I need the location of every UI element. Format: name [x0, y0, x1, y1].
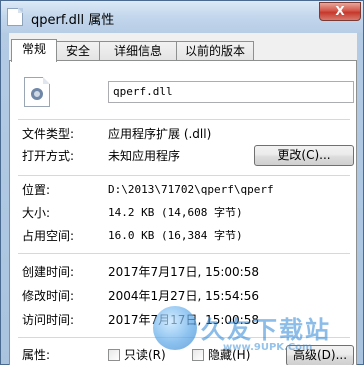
divider [18, 119, 350, 120]
divider [18, 175, 350, 176]
tab-details[interactable]: 详细信息 [99, 41, 177, 61]
size-label: 大小: [22, 206, 51, 220]
tab-strip: 常规 安全 详细信息 以前的版本 [9, 39, 357, 62]
close-button[interactable]: X [319, 2, 361, 21]
change-button[interactable]: 更改(C)... [254, 145, 354, 166]
tab-previous-versions[interactable]: 以前的版本 [176, 41, 254, 61]
window-title: qperf.dll 属性 [31, 13, 115, 28]
location-label: 位置: [22, 183, 51, 197]
modified-value: 2004年1月27日, 15:54:56 [108, 289, 259, 303]
properties-window: qperf.dll 属性 X 常规 安全 详细信息 以前的版本 qperf.dl… [0, 0, 364, 365]
file-type-value: 应用程序扩展 (.dll) [108, 127, 212, 141]
tab-general[interactable]: 常规 [11, 39, 57, 62]
file-type-label: 文件类型: [22, 127, 75, 141]
readonly-label[interactable]: 只读(R) [124, 348, 166, 362]
open-with-value: 未知应用程序 [108, 149, 181, 163]
modified-label: 修改时间: [22, 289, 75, 303]
gear-icon [31, 88, 43, 100]
created-value: 2017年7月17日, 15:00:58 [108, 265, 259, 279]
dll-file-icon [24, 77, 50, 107]
divider [18, 253, 350, 254]
size-value: 14.2 KB (14,608 字节) [108, 206, 243, 219]
accessed-value: 2017年7月17日, 15:00:58 [108, 313, 259, 327]
advanced-button[interactable]: 高级(D)... [286, 345, 354, 365]
hidden-label[interactable]: 隐藏(H) [208, 348, 250, 362]
attributes-label: 属性: [22, 348, 51, 362]
size-on-disk-label: 占用空间: [22, 229, 75, 243]
tab-security[interactable]: 安全 [56, 41, 100, 61]
dialog-content: 常规 安全 详细信息 以前的版本 qperf.dll 文件类型: 应用程序扩展 … [9, 33, 357, 365]
accessed-label: 访问时间: [22, 313, 75, 327]
file-icon [7, 8, 23, 26]
file-name-field[interactable]: qperf.dll [108, 81, 354, 103]
created-label: 创建时间: [22, 265, 75, 279]
title-bar[interactable]: qperf.dll 属性 X [1, 1, 363, 33]
readonly-checkbox[interactable] [108, 349, 120, 361]
general-panel: qperf.dll 文件类型: 应用程序扩展 (.dll) 打开方式: 未知应用… [9, 60, 357, 365]
hidden-checkbox[interactable] [192, 349, 204, 361]
divider [18, 337, 350, 338]
size-on-disk-value: 16.0 KB (16,384 字节) [108, 229, 243, 242]
open-with-label: 打开方式: [22, 149, 75, 163]
location-value: D:\2013\71702\qperf\qperf [108, 183, 274, 196]
